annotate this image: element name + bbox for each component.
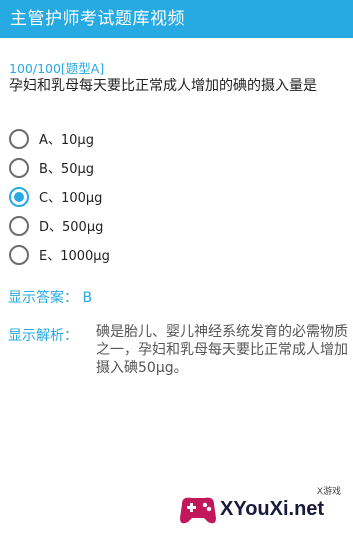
radio-button-icon[interactable] bbox=[9, 244, 29, 265]
radio-button-icon[interactable] bbox=[9, 128, 29, 149]
options-list: A、10μg B、50μg C、100μg D、500μg E、1000μg bbox=[9, 124, 339, 269]
option-b[interactable]: B、50μg bbox=[9, 153, 339, 182]
watermark-text: XYouXi.net bbox=[220, 498, 325, 520]
show-answer[interactable]: 显示答案： B bbox=[8, 287, 92, 307]
app-bar-title: 主管护师考试题库视频 bbox=[0, 0, 353, 38]
analysis-text: 碘是胎儿、婴儿神经系统发育的必需物质之一，孕妇和乳母每天要比正常成人增加摄入碘5… bbox=[96, 324, 348, 376]
option-d[interactable]: D、500μg bbox=[9, 211, 339, 240]
gamepad-logo-icon bbox=[180, 497, 216, 524]
option-label: C、100μg bbox=[39, 191, 103, 206]
question-progress: 100/100[题型A] bbox=[9, 61, 105, 76]
option-label: A、10μg bbox=[39, 133, 94, 148]
question-text: 孕妇和乳母每天要比正常成人增加的碘的摄入量是 bbox=[9, 78, 317, 94]
option-label: E、1000μg bbox=[39, 249, 110, 264]
option-c[interactable]: C、100μg bbox=[9, 182, 339, 211]
option-a[interactable]: A、10μg bbox=[9, 124, 339, 153]
radio-button-icon[interactable] bbox=[9, 186, 29, 207]
watermark-small-text: X游戏 bbox=[316, 487, 341, 497]
radio-button-icon[interactable] bbox=[9, 157, 29, 178]
radio-button-icon[interactable] bbox=[9, 215, 29, 236]
option-label: D、500μg bbox=[39, 220, 104, 235]
site-watermark: X游戏 XYouXi.net bbox=[172, 482, 347, 542]
option-e[interactable]: E、1000μg bbox=[9, 240, 339, 269]
show-analysis-label[interactable]: 显示解析： bbox=[8, 325, 78, 345]
option-label: B、50μg bbox=[39, 162, 94, 177]
